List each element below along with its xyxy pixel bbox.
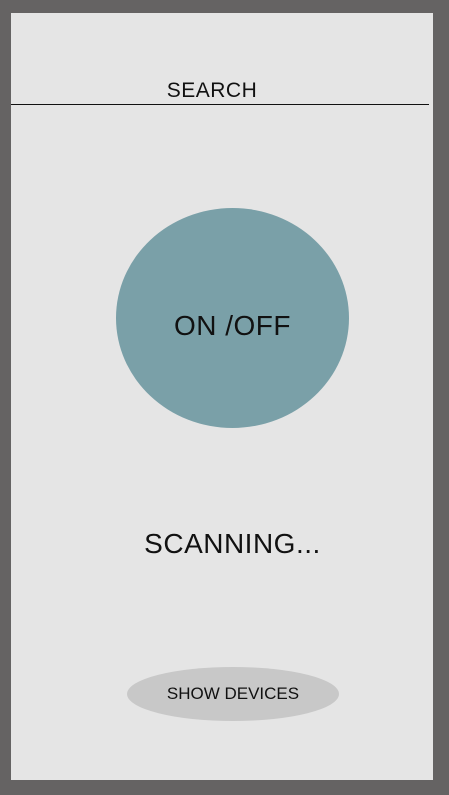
- show-devices-label: SHOW DEVICES: [166, 684, 300, 703]
- scan-status-text: SCANNING...: [144, 528, 321, 559]
- search-tab[interactable]: SEARCH: [11, 79, 413, 103]
- search-underline: [11, 104, 429, 105]
- show-devices-button[interactable]: SHOW DEVICES: [127, 667, 339, 721]
- power-toggle-button[interactable]: ON /OFF: [116, 208, 349, 428]
- power-toggle-label: ON /OFF: [173, 310, 292, 341]
- app-screen: SEARCH ON /OFF SCANNING... SHOW DEVICES: [11, 13, 433, 780]
